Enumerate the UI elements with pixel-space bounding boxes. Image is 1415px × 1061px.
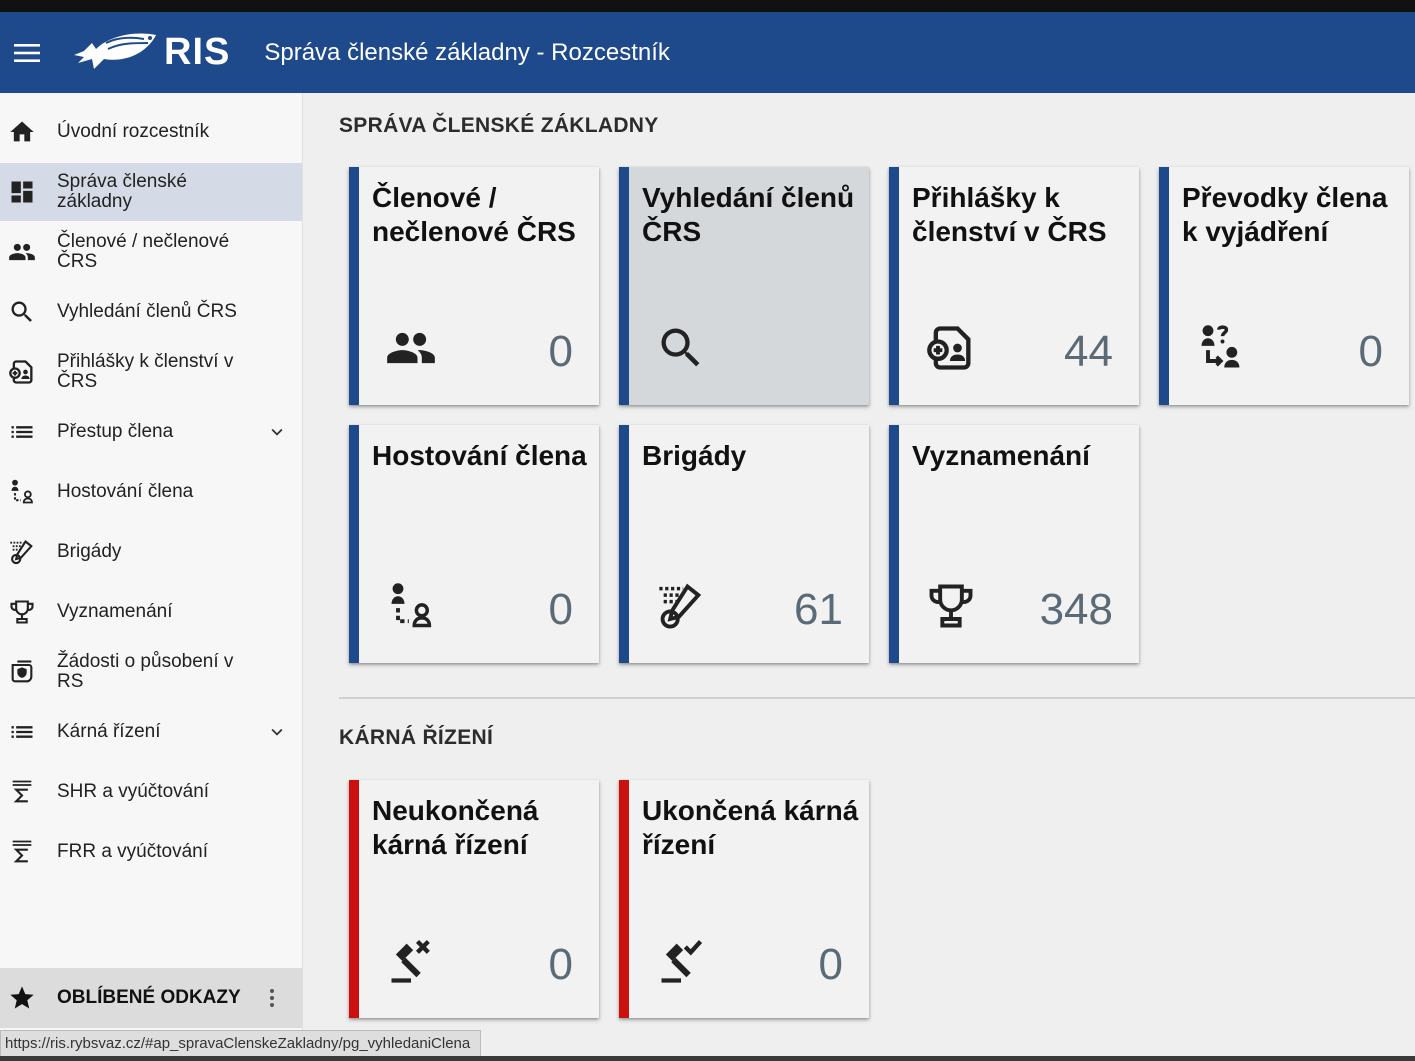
sidebar-item-label: Vyhledání členů ČRS — [57, 301, 237, 322]
sidebar-item-label: Hostování člena — [57, 481, 194, 502]
card-count: 0 — [548, 327, 573, 376]
card-title: Přihlášky k členství v ČRS — [912, 182, 1107, 247]
app-logo[interactable]: RIS — [70, 29, 230, 77]
card-count: 0 — [818, 940, 843, 989]
browser-status-bar: https://ris.rybsvaz.cz/#ap_spravaClenske… — [0, 1030, 482, 1058]
application-icon — [0, 358, 44, 386]
sidebar-item-uvodni-rozcestnik[interactable]: Úvodní rozcestník — [0, 103, 302, 161]
home-icon — [0, 118, 44, 146]
sidebar-item-karna-rizeni[interactable]: Kárná řízení — [0, 703, 302, 761]
card-title: Ukončená kárná řízení — [642, 795, 859, 860]
sidebar-item-clenove-neclenove[interactable]: Členové / nečlenové ČRS — [0, 223, 302, 281]
star-icon — [0, 984, 44, 1012]
card-clenove-neclenove[interactable]: Členové / nečlenové ČRS 0 — [349, 167, 599, 405]
sidebar-item-label: Úvodní rozcestník — [57, 121, 210, 142]
card-hostovani[interactable]: Hostování člena 0 — [349, 425, 599, 663]
gavel-check-icon — [655, 935, 707, 987]
sidebar-item-hostovani-clena[interactable]: Hostování člena — [0, 463, 302, 521]
shield-icon — [0, 658, 44, 686]
card-prihlasky[interactable]: Přihlášky k členství v ČRS 44 — [889, 167, 1139, 405]
people-icon — [0, 238, 44, 266]
card-count: 348 — [1039, 585, 1113, 634]
trophy-icon — [925, 580, 977, 632]
sidebar-item-zadosti-o-pusobeni[interactable]: Žádosti o působení v RS — [0, 643, 302, 701]
sidebar-item-label: FRR a vyúčtování — [57, 841, 208, 862]
card-brigady[interactable]: Brigády 61 — [619, 425, 869, 663]
window-bottom-edge — [0, 1056, 1415, 1061]
sidebar-item-frr-vyuctovani[interactable]: FRR a vyúčtování — [0, 823, 302, 881]
fish-logo-icon — [74, 33, 156, 69]
application-icon — [925, 322, 977, 374]
sidebar-item-sprava-clenske-zakladny[interactable]: Správa členské základny — [0, 163, 302, 221]
person-question-icon — [1195, 322, 1247, 374]
section-title-sprava: SPRÁVA ČLENSKÉ ZÁKLADNY — [339, 114, 659, 137]
sidebar-item-vyznamenani[interactable]: Vyznamenání — [0, 583, 302, 641]
search-icon — [0, 298, 44, 326]
sidebar-item-label: Vyznamenání — [57, 601, 173, 622]
trophy-icon — [0, 598, 44, 626]
transfer-person-icon — [385, 580, 437, 632]
card-ukoncena-karna-rizeni[interactable]: Ukončená kárná řízení 0 — [619, 780, 869, 1018]
card-count: 44 — [1064, 327, 1113, 376]
section-divider — [339, 697, 1415, 699]
sidebar-item-vyhledani-clenu[interactable]: Vyhledání členů ČRS — [0, 283, 302, 341]
logo-text: RIS — [164, 31, 231, 73]
card-prevodky[interactable]: Převodky člena k vyjádření 0 — [1159, 167, 1409, 405]
sigma-icon — [0, 778, 44, 806]
favorites-section[interactable]: OBLÍBENÉ ODKAZY — [0, 968, 302, 1028]
sidebar-item-prestup-clena[interactable]: Přestup člena — [0, 403, 302, 461]
gavel-x-icon — [385, 935, 437, 987]
brigade-icon — [655, 580, 707, 632]
transfer-person-icon — [0, 478, 44, 506]
page-title: Správa členské základny - Rozcestník — [264, 38, 670, 66]
chevron-down-icon[interactable] — [266, 721, 288, 743]
dashboard-icon — [0, 178, 44, 206]
list-icon — [0, 718, 44, 746]
sidebar-item-brigady[interactable]: Brigády — [0, 523, 302, 581]
chevron-down-icon[interactable] — [266, 421, 288, 443]
card-count: 0 — [548, 585, 573, 634]
sidebar-item-label: Správa členské základny — [57, 171, 187, 212]
list-icon — [0, 418, 44, 446]
sidebar-item-label: Členové / nečlenové ČRS — [57, 231, 230, 272]
card-title: Členové / nečlenové ČRS — [372, 182, 576, 247]
people-icon — [385, 322, 437, 374]
sidebar-item-label: Žádosti o působení v RS — [57, 651, 234, 692]
favorites-label: OBLÍBENÉ ODKAZY — [57, 987, 241, 1008]
sidebar: Úvodní rozcestník Správa členské základn… — [0, 93, 303, 1061]
sidebar-item-label: Brigády — [57, 541, 122, 562]
card-count: 0 — [548, 940, 573, 989]
menu-icon — [14, 43, 40, 62]
card-title: Vyznamenání — [912, 440, 1090, 471]
search-icon — [655, 322, 707, 374]
card-vyhledani-clenu[interactable]: Vyhledání členů ČRS — [619, 167, 869, 405]
hamburger-menu-button[interactable] — [0, 12, 54, 93]
brigade-icon — [0, 538, 44, 566]
sidebar-item-label: Kárná řízení — [57, 721, 161, 742]
card-title: Brigády — [642, 440, 747, 471]
sigma-icon — [0, 838, 44, 866]
sidebar-item-label: SHR a vyúčtování — [57, 781, 210, 802]
card-neukoncena-karna-rizeni[interactable]: Neukončená kárná řízení 0 — [349, 780, 599, 1018]
more-vert-icon[interactable] — [260, 986, 284, 1010]
sidebar-item-label: Přihlášky k členství v ČRS — [57, 351, 234, 392]
app-bar: RIS Správa členské základny - Rozcestník — [0, 12, 1415, 93]
card-title: Vyhledání členů ČRS — [642, 182, 855, 247]
window-top-strip — [0, 0, 1415, 12]
card-title: Hostování člena — [372, 440, 587, 471]
card-vyznamenani[interactable]: Vyznamenání 348 — [889, 425, 1139, 663]
card-count: 0 — [1358, 327, 1383, 376]
card-count: 61 — [794, 585, 843, 634]
sidebar-item-prihlasky[interactable]: Přihlášky k členství v ČRS — [0, 343, 302, 401]
sidebar-item-shr-vyuctovani[interactable]: SHR a vyúčtování — [0, 763, 302, 821]
section-title-karna-rizeni: KÁRNÁ ŘÍZENÍ — [339, 726, 494, 749]
card-title: Neukončená kárná řízení — [372, 795, 539, 860]
sidebar-item-label: Přestup člena — [57, 421, 174, 442]
card-title: Převodky člena k vyjádření — [1182, 182, 1388, 247]
